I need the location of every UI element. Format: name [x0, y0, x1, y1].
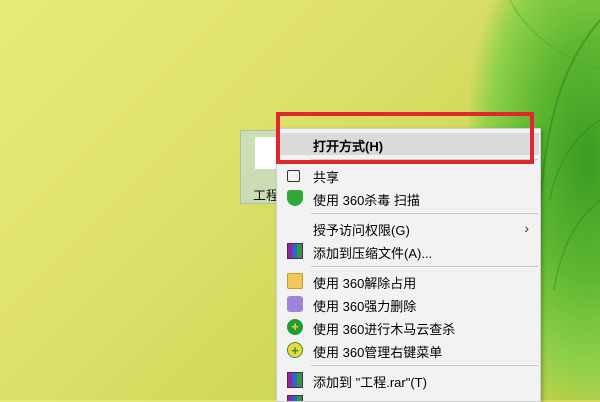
menu-item-360-trojan-scan[interactable]: + 使用 360进行木马云查杀 [278, 316, 539, 338]
menu-separator [311, 365, 538, 366]
winrar-icon [287, 395, 303, 401]
highlight-frame [276, 112, 534, 164]
menu-item-add-to-archive[interactable]: 添加到压缩文件(A)... [278, 240, 539, 262]
menu-item-label: 授予访问权限(G) [313, 223, 410, 238]
360-antivirus-shield-icon [287, 190, 303, 206]
context-menu: 打开方式(H) 共享 使用 360杀毒 扫描 授予访问权限(G) › 添加到压缩… [276, 128, 541, 402]
menu-item-partial[interactable] [278, 392, 539, 401]
360-shredder-icon [287, 296, 303, 312]
menu-item-label: 添加到 "工程.rar"(T) [313, 375, 427, 390]
menu-item-label: 共享 [313, 170, 340, 185]
winrar-icon [287, 372, 303, 388]
menu-item-360-menu-manager[interactable]: + 使用 360管理右键菜单 [278, 339, 539, 361]
menu-item-360-antivirus-scan[interactable]: 使用 360杀毒 扫描 [278, 187, 539, 209]
menu-item-label: 使用 360管理右键菜单 [313, 345, 443, 360]
menu-item-label: 使用 360解除占用 [313, 276, 417, 291]
menu-item-label: 添加到压缩文件(A)... [313, 246, 433, 261]
menu-item-grant-access[interactable]: 授予访问权限(G) › [278, 217, 539, 239]
menu-item-label: 使用 360杀毒 扫描 [313, 193, 420, 208]
chevron-right-icon: › [524, 220, 529, 236]
menu-separator [311, 266, 538, 267]
menu-item-add-to-rar[interactable]: 添加到 "工程.rar"(T) [278, 369, 539, 391]
360-trojan-scan-icon: + [287, 319, 303, 335]
360-menu-manager-icon: + [287, 342, 303, 358]
menu-item-label: 使用 360进行木马云查杀 [313, 322, 456, 337]
menu-item-360-force-delete[interactable]: 使用 360强力删除 [278, 293, 539, 315]
winrar-icon [287, 243, 303, 259]
360-unlock-icon [287, 273, 303, 289]
share-icon [287, 170, 300, 182]
menu-separator [311, 213, 538, 214]
menu-item-share[interactable]: 共享 [278, 164, 539, 186]
menu-item-label: 使用 360强力删除 [313, 299, 417, 314]
menu-item-360-unlock[interactable]: 使用 360解除占用 [278, 270, 539, 292]
